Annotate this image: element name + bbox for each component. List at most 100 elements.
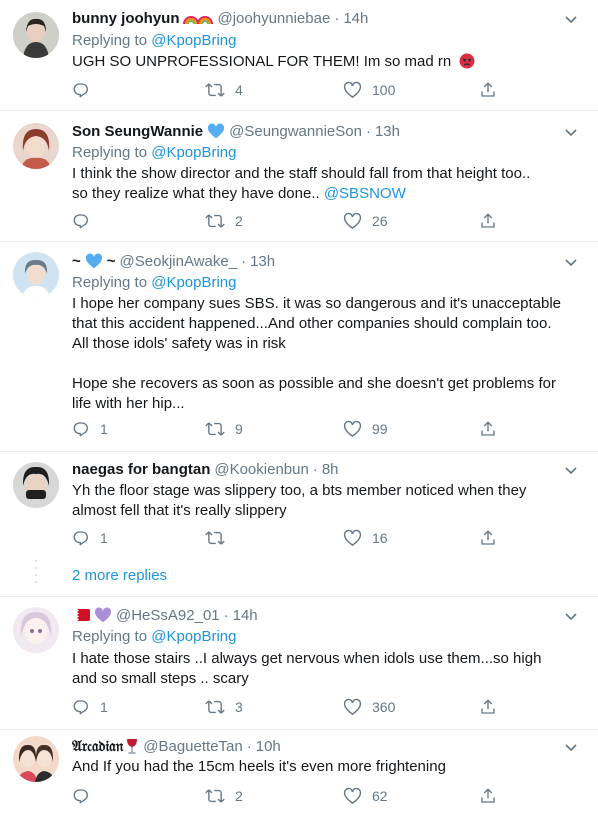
chevron-down-icon[interactable] [564,125,578,139]
like-button[interactable]: 26 [343,211,388,231]
avatar[interactable] [13,12,59,58]
timestamp[interactable]: 13h [375,123,400,140]
chevron-down-icon[interactable] [564,12,578,26]
display-name[interactable]: bunny joohyun [72,10,179,27]
chevron-down-icon[interactable] [564,609,578,623]
user-handle[interactable]: @joohyunniebae [217,10,330,27]
retweet-icon [205,214,225,228]
retweet-icon [205,700,225,714]
tweet-actions: 1 16 [72,528,502,548]
user-handle[interactable]: @BaguetteTan [143,738,242,755]
share-button[interactable] [479,528,497,548]
tweet-text: UGH SO UNPROFESSIONAL FOR THEM! Im so ma… [72,52,582,72]
user-handle[interactable]: @SeokjinAwake_ [120,253,238,270]
retweet-count: 3 [235,699,243,715]
timestamp[interactable]: 10h [256,738,281,755]
reply-button[interactable] [72,211,100,231]
share-button[interactable] [479,697,497,717]
tweet[interactable]: naegas for bangtan @Kookienbun · 8h Yh t… [0,452,598,597]
mention-link[interactable]: @KpopBring [151,144,236,161]
reply-icon [73,700,88,715]
share-button[interactable] [479,786,497,806]
like-button[interactable]: 62 [343,786,388,806]
display-name[interactable]: 𝔄𝔯𝔠𝔞𝔡𝔦𝔞𝔫 [72,737,123,755]
like-count: 62 [372,788,388,804]
tweet[interactable]: Son SeungWannie @SeungwannieSon · 13h Re… [0,111,598,242]
chevron-down-icon[interactable] [564,255,578,269]
like-button[interactable]: 360 [343,697,395,717]
tweet[interactable]: 𝔄𝔯𝔠𝔞𝔡𝔦𝔞𝔫 @BaguetteTan · 10h And If you h… [0,730,598,814]
avatar[interactable] [13,607,59,653]
retweet-button[interactable]: 2 [205,786,243,806]
reply-button[interactable] [72,786,100,806]
mention-link[interactable]: @KpopBring [151,32,236,49]
mention-link[interactable]: @KpopBring [151,628,236,645]
like-button[interactable]: 100 [343,80,395,100]
avatar[interactable] [13,252,59,298]
timestamp[interactable]: 14h [233,607,258,624]
share-button[interactable] [479,419,497,439]
more-replies-link[interactable]: 2 more replies [72,567,167,584]
retweet-button[interactable] [205,528,235,548]
rainbow-emoji-icon [183,10,214,26]
replying-to: Replying to @KpopBring [72,144,237,161]
retweet-icon [205,789,225,803]
display-name[interactable]: ~ [72,253,81,270]
reply-thread: bunny joohyun @joohyunniebae · 14h Reply… [0,0,598,814]
retweet-button[interactable]: 4 [205,80,243,100]
avatar[interactable] [13,123,59,169]
user-handle[interactable]: @Kookienbun [214,461,308,478]
timestamp[interactable]: 14h [343,10,368,27]
retweet-button[interactable]: 9 [205,419,243,439]
chevron-down-icon[interactable] [564,740,578,754]
tweet[interactable]: @HeSsA92_01 · 14h Replying to @KpopBring… [0,597,598,730]
user-handle[interactable]: @HeSsA92_01 [116,607,220,624]
retweet-icon [205,531,225,545]
reply-button[interactable]: 1 [72,419,108,439]
tweet-text: And If you had the 15cm heels it's even … [72,758,446,775]
retweet-button[interactable]: 2 [205,211,243,231]
display-name[interactable]: naegas for bangtan [72,461,210,478]
tweet-actions: 1 9 99 [72,419,502,439]
reply-button[interactable] [72,80,100,100]
tweet-header: 𝔄𝔯𝔠𝔞𝔡𝔦𝔞𝔫 @BaguetteTan · 10h [72,736,281,756]
share-icon [481,213,495,228]
retweet-button[interactable]: 3 [205,697,243,717]
tweet-header: bunny joohyun @joohyunniebae · 14h [72,8,368,28]
share-icon [481,530,495,545]
replying-to: Replying to @KpopBring [72,32,237,49]
mention-link[interactable]: @KpopBring [151,274,236,291]
reply-button[interactable]: 1 [72,697,108,717]
mention-link[interactable]: @SBSNOW [324,185,406,202]
separator-dot: · [241,252,247,270]
user-handle[interactable]: @SeungwannieSon [229,123,362,140]
replying-to: Replying to @KpopBring [72,274,237,291]
avatar[interactable] [13,462,59,508]
reply-count: 1 [100,421,108,437]
separator-dot: · [312,460,318,478]
reply-icon [73,531,88,546]
separator-dot: · [334,9,340,27]
reply-icon [73,422,88,437]
retweet-count: 2 [235,213,243,229]
thread-connector [35,560,37,583]
share-button[interactable] [479,80,497,100]
like-icon [343,420,362,438]
like-button[interactable]: 16 [343,528,388,548]
like-count: 100 [372,82,396,98]
timestamp[interactable]: 8h [322,461,339,478]
avatar[interactable] [13,736,59,782]
tweet-header: naegas for bangtan @Kookienbun · 8h [72,459,339,479]
display-name[interactable]: Son SeungWannie [72,123,203,140]
purple-heart-icon [94,607,112,623]
reply-count: 1 [100,699,108,715]
blue-heart-icon [85,253,103,269]
timestamp[interactable]: 13h [250,253,275,270]
reply-button[interactable]: 1 [72,528,108,548]
tweet[interactable]: ~ ~ @SeokjinAwake_ · 13h Replying to @Kp… [0,242,598,452]
like-button[interactable]: 99 [343,419,388,439]
tweet[interactable]: bunny joohyun @joohyunniebae · 14h Reply… [0,0,598,111]
share-button[interactable] [479,211,497,231]
chevron-down-icon[interactable] [564,463,578,477]
display-name-suffix[interactable]: ~ [107,253,116,270]
